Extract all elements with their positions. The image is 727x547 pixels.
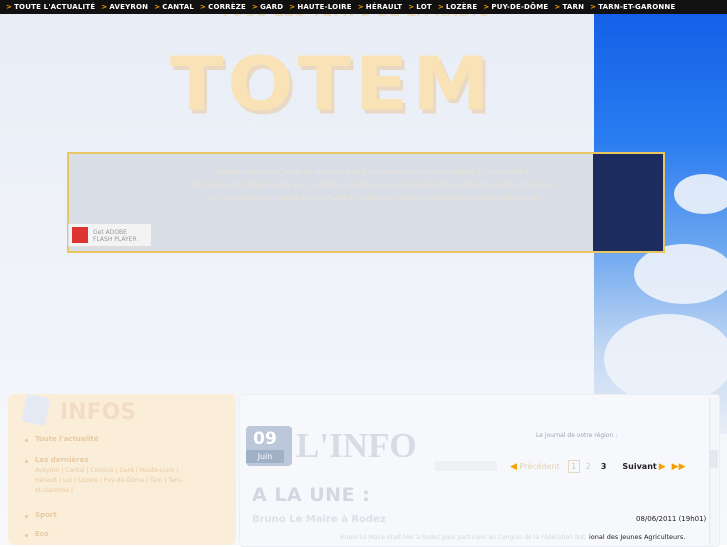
pager-next[interactable]: Suivant ▶ ▶▶ [622, 462, 685, 472]
nav-item-lot[interactable]: > LOT [408, 3, 432, 11]
journal-player[interactable] [435, 461, 497, 471]
section-title: L'INFO [296, 426, 417, 465]
article-date: 08/06/2011 (19h01) [636, 515, 707, 523]
nav-item-correze[interactable]: > CORRÈZE [200, 3, 246, 11]
scrollbar-thumb[interactable] [710, 450, 718, 468]
pager-page-3[interactable]: 3 [601, 462, 607, 471]
flash-player-notice: Malheureusement, vous ne disposez pas d'… [67, 152, 665, 253]
nav-item-toute-actualite[interactable]: > TOUTE L'ACTUALITÉ [6, 3, 95, 11]
pager-page-2[interactable]: 2 [586, 462, 591, 471]
sidebar-link-eco[interactable]: Eco [35, 530, 49, 538]
flash-icon [72, 227, 88, 243]
date-month: Juin [246, 450, 284, 463]
panel-scrollbar[interactable] [709, 398, 718, 545]
sidebar-link-toute-actualite[interactable]: Toute l'actualité [35, 435, 99, 443]
sidebar-link-dernieres[interactable]: Les dernières [35, 456, 89, 464]
notice-line-2: Ce logiciel est indispensable pour profi… [192, 181, 556, 189]
sidebar-dernieres-regions[interactable]: Aveyron | Cantal | Corrèze | Gard | Haut… [35, 466, 185, 496]
pagination: ◀ Précédent 1 2 3 Suivant ▶ ▶▶ [508, 460, 686, 473]
nav-item-gard[interactable]: > GARD [252, 3, 283, 11]
nav-item-cantal[interactable]: > CANTAL [154, 3, 194, 11]
get-flash-player-button[interactable]: Get ADOBE FLASH PLAYER [68, 223, 152, 247]
bullet-icon [25, 460, 28, 463]
nav-item-lozere[interactable]: > LOZÈRE [438, 3, 477, 11]
flash-badge-text: Get ADOBE FLASH PLAYER [93, 229, 137, 243]
article-snippet: Bruno Le Maire était hier à Rodez pour p… [340, 534, 586, 541]
notice-line-3: Pour télécharger le logiciel FLASH PLAYE… [206, 194, 542, 202]
journal-label: Le journal de votre région : [536, 432, 618, 439]
bullet-icon [25, 534, 28, 537]
pager-previous[interactable]: ◀ Précédent [508, 462, 560, 472]
headline-label: A LA UNE : [252, 484, 371, 506]
pager-page-1[interactable]: 1 [567, 460, 580, 473]
date-day: 09 [253, 429, 277, 449]
sidebar-link-sport[interactable]: Sport [35, 511, 57, 519]
notice-dark-panel [593, 154, 663, 251]
article-snippet-end: ional des Jeunes Agriculteurs. [589, 533, 686, 541]
bullet-icon [25, 515, 28, 518]
date-badge: 09 Juin [246, 426, 292, 466]
double-arrow-icon: ▶▶ [671, 461, 686, 472]
nav-item-puy-de-dome[interactable]: > PUY-DE-DÔME [483, 3, 548, 11]
nav-item-tarn-et-garonne[interactable]: > TARN-ET-GARONNE [590, 3, 675, 11]
nav-item-tarn[interactable]: > TARN [554, 3, 584, 11]
next-arrow-icon: ▶ [658, 461, 666, 472]
notice-message: Malheureusement, vous ne disposez pas d'… [149, 166, 599, 205]
region-nav: > TOUTE L'ACTUALITÉ > AVEYRON > CANTAL > COR… [0, 0, 727, 14]
nav-item-herault[interactable]: > HÉRAULT [358, 3, 402, 11]
sidebar-title: INFOS [60, 400, 137, 425]
article-title[interactable]: Bruno Le Maire à Rodez [252, 514, 386, 525]
nav-item-haute-loire[interactable]: > HAUTE-LOIRE [289, 3, 351, 11]
totem-logo[interactable]: TOTEM [170, 42, 494, 128]
nav-item-aveyron[interactable]: > AVEYRON [101, 3, 148, 11]
bullet-icon [25, 439, 28, 442]
notice-line-1: Malheureusement, vous ne disposez pas d'… [217, 168, 531, 176]
